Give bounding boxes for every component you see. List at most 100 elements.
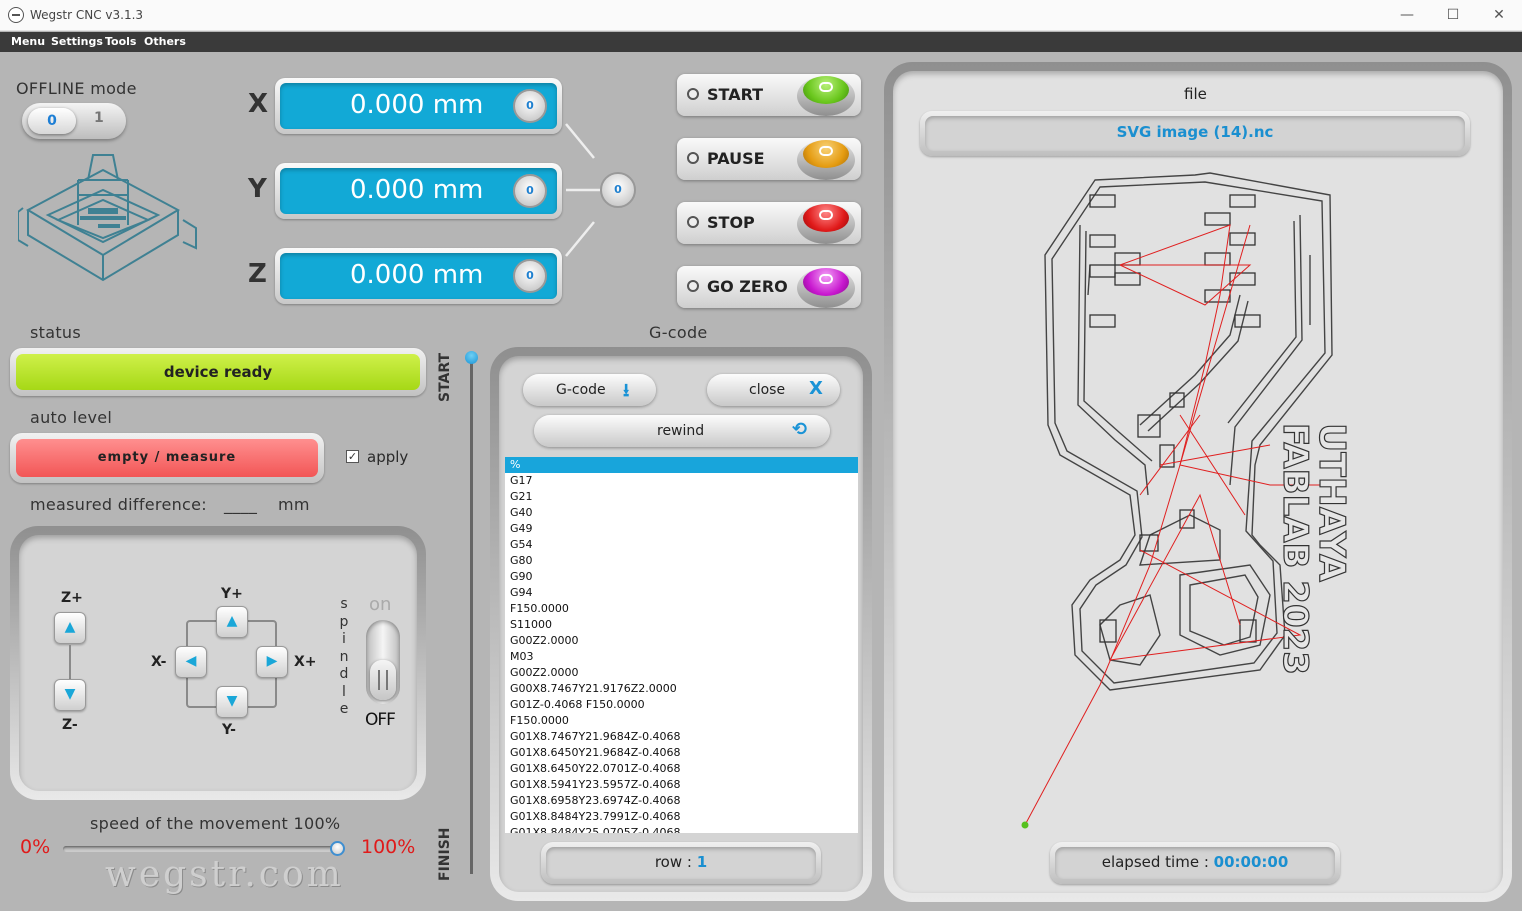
stop-label: STOP [707, 213, 755, 232]
file-name-display: SVG image (14).nc [920, 111, 1470, 156]
toggle-off-value: 1 [94, 110, 104, 126]
y-plus-label: Y+ [221, 586, 243, 602]
go-zero-label: GO ZERO [707, 277, 788, 296]
file-label: file [1184, 85, 1207, 103]
elapsed-time-value: 00:00:00 [1213, 853, 1289, 871]
stop-button[interactable]: STOP [677, 202, 861, 244]
close-x-icon: X [809, 378, 823, 399]
rewind-icon: ⟲ [792, 419, 808, 440]
menu-item-settings[interactable]: Settings [51, 35, 103, 48]
rewind-label: rewind [657, 423, 705, 439]
zero-y-button[interactable]: 0 [513, 174, 547, 208]
gcode-line[interactable]: G01X8.8484Y23.7991Z-0.4068 [505, 809, 858, 825]
gcode-line[interactable]: G01X8.7467Y21.9684Z-0.4068 [505, 729, 858, 745]
gcode-line[interactable]: F150.0000 [505, 713, 858, 729]
gcode-line[interactable]: G01X8.6450Y22.0701Z-0.4068 [505, 761, 858, 777]
gcode-line[interactable]: G01X8.6958Y23.6974Z-0.4068 [505, 793, 858, 809]
download-icon: ⭳ [623, 380, 630, 401]
gcode-line[interactable]: G00Z2.0000 [505, 633, 858, 649]
gcode-line[interactable]: G94 [505, 585, 858, 601]
start-play-icon [803, 76, 849, 104]
load-gcode-button[interactable]: G-code ⭳ [523, 374, 656, 406]
spindle-toggle[interactable] [366, 620, 400, 704]
gcode-line[interactable]: G00Z2.0000 [505, 665, 858, 681]
elapsed-time-readout: elapsed time : 00:00:00 [1050, 842, 1340, 884]
speed-min-label: 0% [20, 836, 51, 858]
y-minus-button[interactable]: ▼ [216, 686, 248, 718]
gcode-line[interactable]: M03 [505, 649, 858, 665]
gcode-line[interactable]: G01X8.6450Y21.9684Z-0.4068 [505, 745, 858, 761]
menu-item-others[interactable]: Others [144, 35, 186, 48]
minimize-button[interactable]: — [1384, 0, 1430, 31]
axis-connector-lines [565, 123, 600, 257]
x-minus-button[interactable]: ◀ [175, 646, 207, 678]
apply-checkbox[interactable]: ✓ [346, 450, 359, 463]
stop-radio [687, 216, 699, 228]
gcode-line[interactable]: G17 [505, 473, 858, 489]
offline-mode-toggle[interactable]: 0 1 [22, 103, 126, 139]
close-window-button[interactable]: ✕ [1476, 0, 1522, 31]
window-title: Wegstr CNC v3.1.3 [30, 8, 144, 22]
speed-slider[interactable] [63, 841, 345, 856]
y-plus-button[interactable]: ▲ [216, 606, 248, 638]
pause-radio [687, 152, 699, 164]
pause-label: PAUSE [707, 149, 765, 168]
z-plus-button[interactable]: ▲ [54, 612, 86, 644]
cnc-machine-icon [18, 154, 197, 282]
z-position-value: 0.000 mm [350, 260, 484, 290]
toolpath-preview: UTHAYA FABLAB 2023 [1021, 172, 1353, 829]
start-radio [687, 88, 699, 100]
zero-z-button[interactable]: 0 [513, 259, 547, 293]
elapsed-time-label: elapsed time : [1101, 853, 1214, 871]
z-position-display: 0.000 mm 0 [275, 248, 562, 304]
board-text-line-1: UTHAYA [1311, 423, 1352, 582]
auto-level-measure-button[interactable]: empty / measure [10, 433, 324, 483]
gcode-line[interactable]: G80 [505, 553, 858, 569]
menu-item-tools[interactable]: Tools [105, 35, 136, 48]
gcode-list[interactable]: % G17 G21 G40 G49 G54 G80 G90 G94 F150.0000 S11000… [505, 457, 858, 833]
file-name: SVG image (14).nc [1116, 123, 1274, 141]
close-gcode-button[interactable]: close X [707, 374, 840, 406]
spindle-on-label: on [369, 594, 392, 615]
x-plus-label: X+ [294, 654, 317, 670]
gcode-line[interactable]: G49 [505, 521, 858, 537]
z-minus-button[interactable]: ▼ [54, 679, 86, 711]
speed-max-label: 100% [361, 836, 416, 858]
x-position-value: 0.000 mm [350, 90, 484, 120]
status-bar: device ready [10, 348, 426, 396]
progress-marker[interactable] [465, 351, 478, 364]
gcode-line[interactable]: G54 [505, 537, 858, 553]
menu-item-menu[interactable]: Menu [11, 35, 45, 48]
gcode-line[interactable]: G40 [505, 505, 858, 521]
maximize-button[interactable]: ☐ [1430, 0, 1476, 31]
gcode-line[interactable]: F150.0000 [505, 601, 858, 617]
gcode-line[interactable]: G01X8.8484Y25.0705Z-0.4068 [505, 825, 858, 833]
spindle-toggle-knob [370, 660, 396, 700]
y-position-value: 0.000 mm [350, 175, 484, 205]
close-gcode-label: close [749, 382, 786, 398]
spindle-label: spindle [339, 596, 349, 717]
pause-button[interactable]: PAUSE [677, 138, 861, 180]
gcode-line[interactable]: G01X8.5941Y23.5957Z-0.4068 [505, 777, 858, 793]
row-value: 1 [696, 853, 708, 871]
go-zero-radio [687, 280, 699, 292]
start-button[interactable]: START [677, 74, 861, 116]
gcode-line[interactable]: G00X8.7467Y21.9176Z2.0000 [505, 681, 858, 697]
z-plus-label: Z+ [61, 590, 83, 606]
menu-bar: Menu Settings Tools Others [0, 32, 1522, 52]
pause-icon [803, 140, 849, 168]
rewind-button[interactable]: rewind ⟲ [534, 415, 830, 447]
go-zero-button[interactable]: GO ZERO [677, 266, 861, 308]
zero-all-button[interactable]: 0 [600, 172, 636, 208]
gcode-line[interactable]: G01Z-0.4068 F150.0000 [505, 697, 858, 713]
gcode-line[interactable]: % [505, 457, 858, 473]
x-plus-button[interactable]: ▶ [256, 646, 288, 678]
measured-difference-unit: mm [278, 495, 310, 514]
gcode-line[interactable]: S11000 [505, 617, 858, 633]
zero-x-button[interactable]: 0 [513, 89, 547, 123]
gcode-line[interactable]: G21 [505, 489, 858, 505]
row-label: row : [654, 853, 697, 871]
gcode-line[interactable]: G90 [505, 569, 858, 585]
go-zero-icon [803, 268, 849, 296]
toggle-knob: 0 [28, 108, 76, 134]
